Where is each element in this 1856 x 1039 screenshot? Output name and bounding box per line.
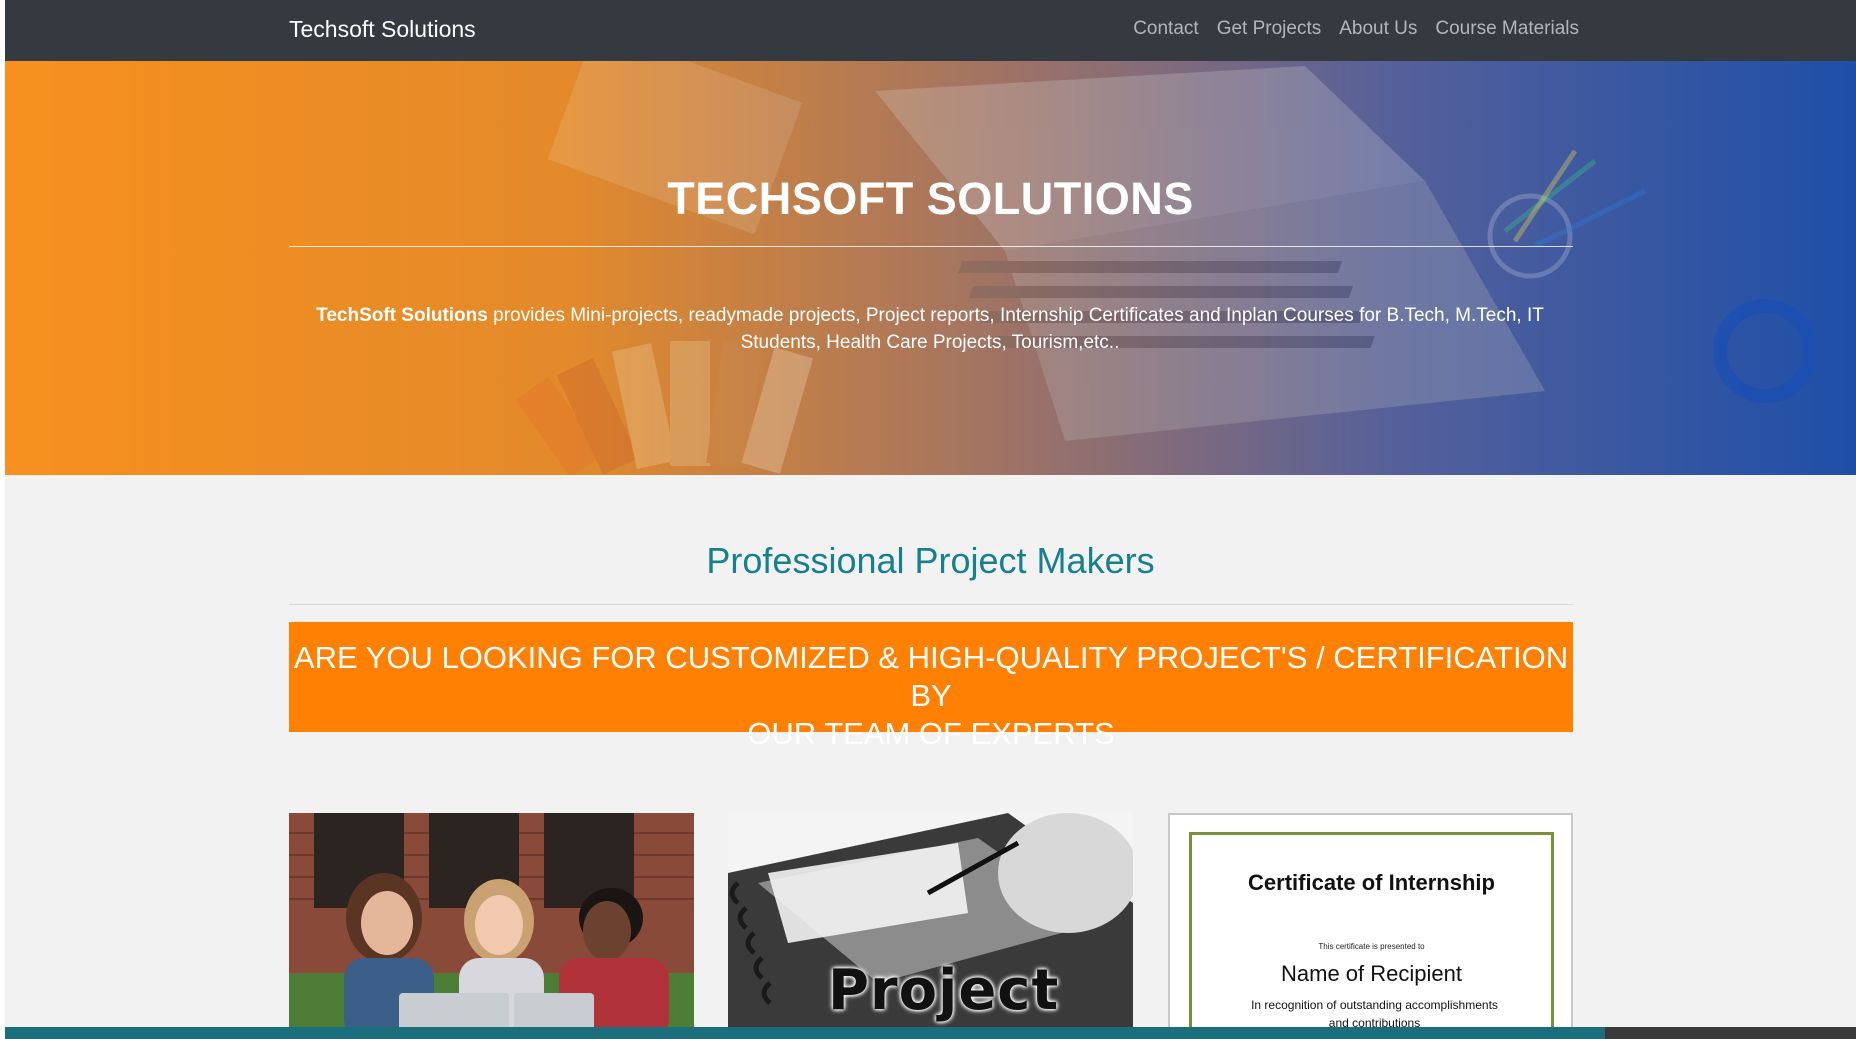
certificate-recipient-name: Name of Recipient <box>1281 961 1462 986</box>
cta-banner-line2: OUR TEAM OF EXPERTS <box>747 716 1115 751</box>
brand-logo-text[interactable]: Techsoft Solutions <box>289 16 476 43</box>
cta-banner-line1: ARE YOU LOOKING FOR CUSTOMIZED & HIGH-QU… <box>293 640 1569 713</box>
nav-links: Contact Get Projects About Us Course Mat… <box>1133 18 1579 40</box>
card-certificate[interactable]: Certificate of Internship This certifica… <box>1168 813 1573 1039</box>
nav-link-about-us[interactable]: About Us <box>1339 18 1417 40</box>
hero-description-brand: TechSoft Solutions <box>316 305 488 326</box>
project-image-label: Project <box>828 958 1060 1023</box>
page: Techsoft Solutions Contact Get Projects … <box>5 0 1856 1039</box>
hero-description-line1: provides Mini-projects, readymade projec… <box>487 305 1544 326</box>
card-project-image[interactable]: Project <box>728 813 1133 1039</box>
nav-link-course-materials[interactable]: Course Materials <box>1435 18 1579 40</box>
hero-title: TECHSOFT SOLUTIONS <box>667 173 1194 224</box>
navbar: Techsoft Solutions Contact Get Projects … <box>5 0 1856 61</box>
bottom-scroll-strip-end <box>1605 1027 1856 1039</box>
cta-banner: ARE YOU LOOKING FOR CUSTOMIZED & HIGH-QU… <box>289 622 1573 751</box>
nav-link-contact[interactable]: Contact <box>1133 18 1198 40</box>
hero-description-line2: Students, Health Care Projects, Tourism,… <box>740 332 1120 353</box>
certificate-border: Certificate of Internship This certifica… <box>1189 832 1554 1037</box>
section-divider <box>289 604 1573 605</box>
nav-link-get-projects[interactable]: Get Projects <box>1217 18 1322 40</box>
students-photo <box>289 813 694 1039</box>
section-title: Professional Project Makers <box>706 540 1155 581</box>
card-students-image[interactable] <box>289 813 694 1039</box>
certificate-presented-text: This certificate is presented to <box>1318 942 1425 951</box>
hero-banner: TECHSOFT SOLUTIONS TechSoft Solutions pr… <box>5 61 1856 475</box>
certificate-title: Certificate of Internship <box>1248 870 1495 895</box>
hero-background-image <box>515 61 1817 475</box>
certificate-recognition-line1: In recognition of outstanding accomplish… <box>1251 998 1498 1012</box>
hero-description: TechSoft Solutions provides Mini-project… <box>305 302 1555 356</box>
bottom-scroll-strip <box>5 1027 1856 1039</box>
hero-divider <box>289 246 1573 247</box>
